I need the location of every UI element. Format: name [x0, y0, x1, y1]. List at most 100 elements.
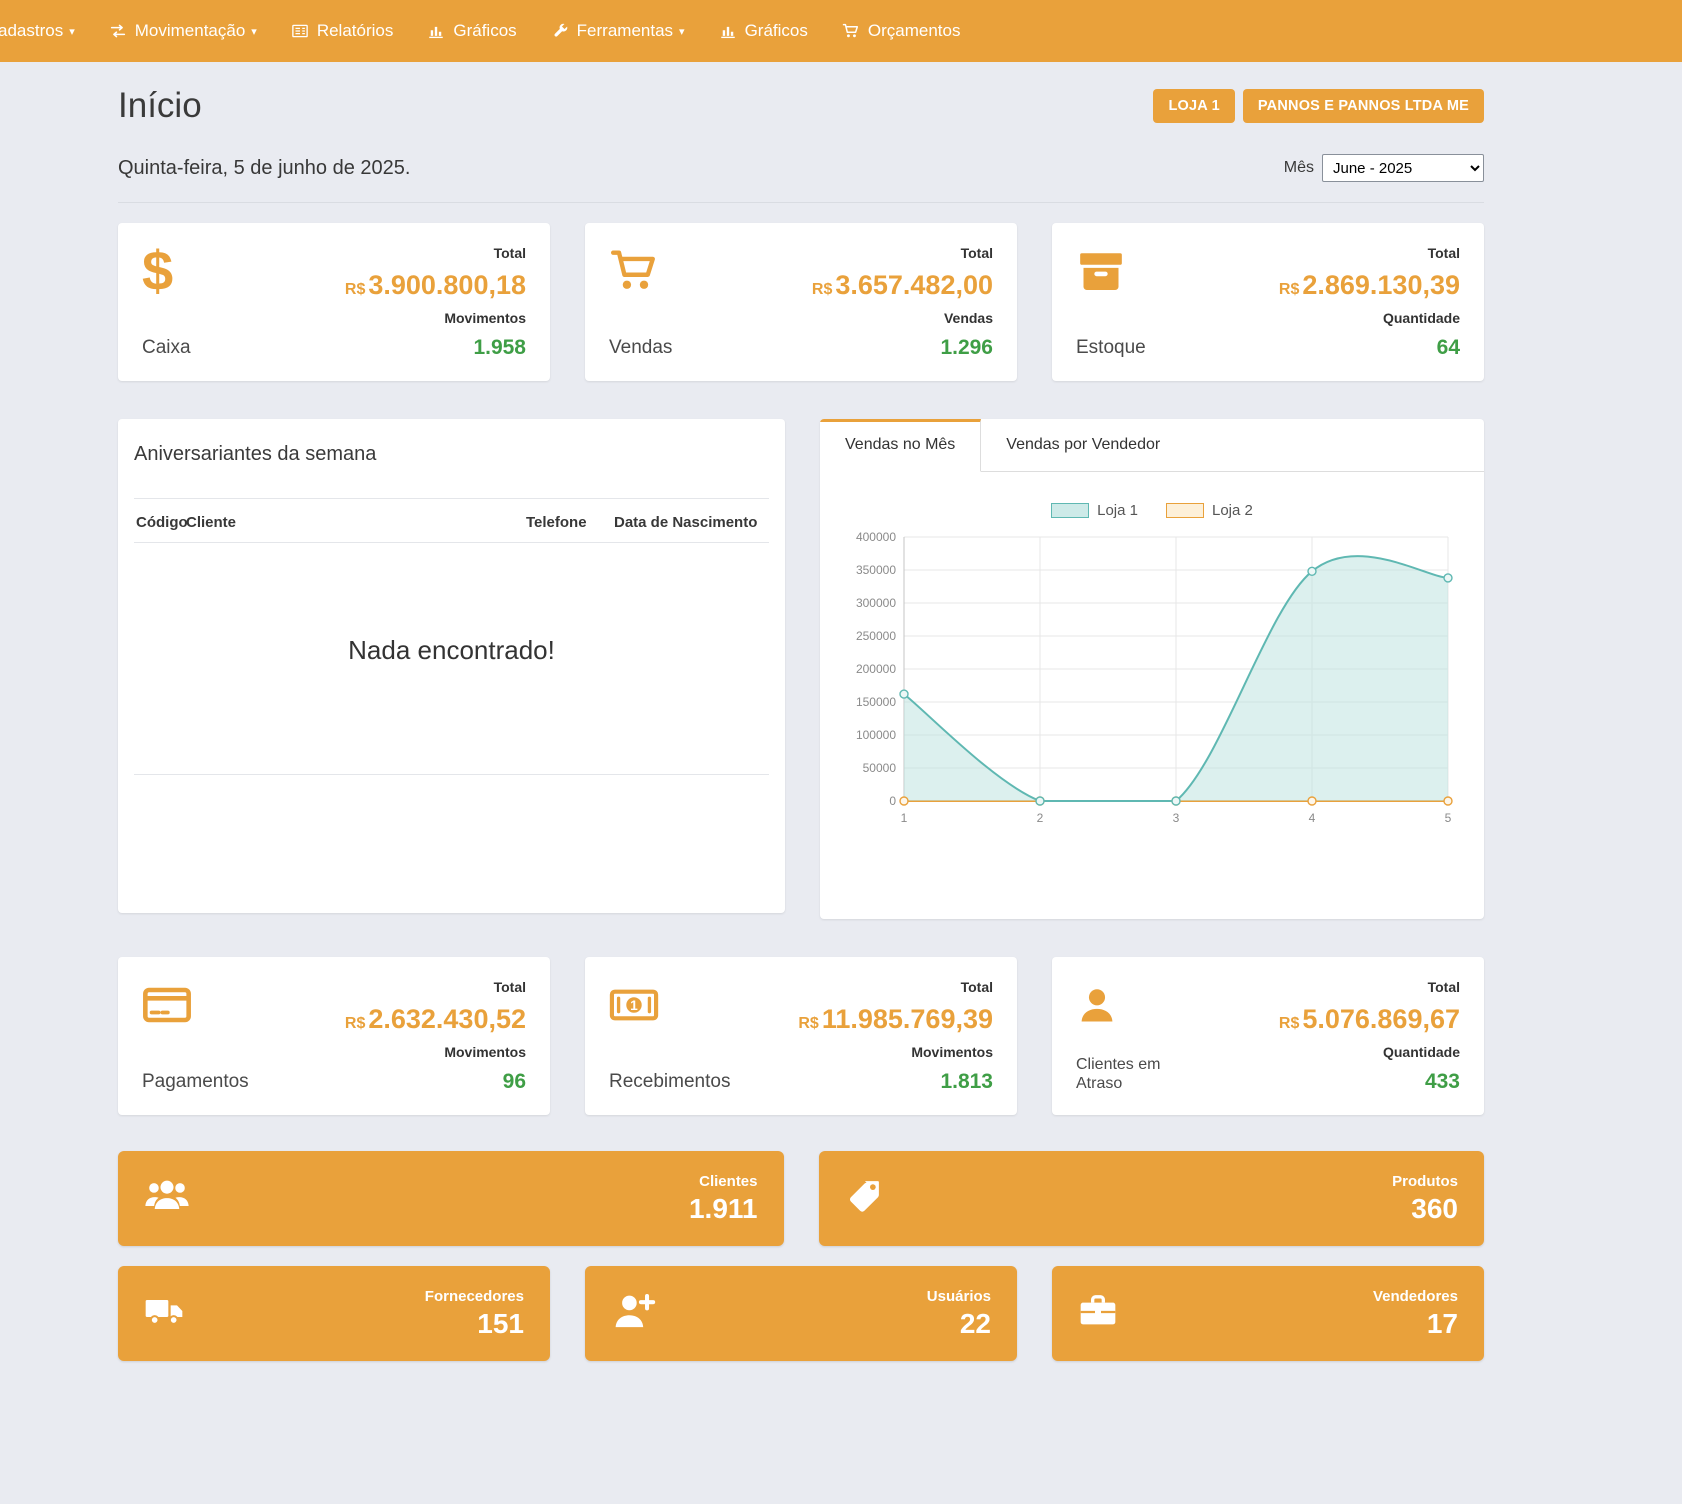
svg-text:100000: 100000	[856, 728, 896, 742]
month-label: Mês	[1284, 159, 1314, 177]
nav-item-graficos-2[interactable]: Gráficos	[702, 0, 825, 62]
tab-vendas-por-vendedor[interactable]: Vendas por Vendedor	[981, 419, 1185, 471]
total-label: Total	[345, 979, 526, 995]
tile-usuarios[interactable]: Usuários 22	[585, 1266, 1017, 1361]
nav-item-graficos-1[interactable]: Gráficos	[410, 0, 533, 62]
tile-label: Usuários	[927, 1288, 991, 1305]
svg-text:3: 3	[1173, 811, 1180, 825]
stat-card-label: Clientes em Atraso	[1076, 1056, 1206, 1093]
svg-text:300000: 300000	[856, 596, 896, 610]
total-value: R$5.076.869,67	[1279, 1005, 1460, 1035]
stat-card-estoque: Estoque Total R$2.869.130,39 Quantidade …	[1052, 223, 1484, 381]
tile-value: 151	[425, 1308, 524, 1340]
total-value: R$3.900.800,18	[345, 271, 526, 301]
stat-card-recebimentos: 1 Recebimentos Total R$11.985.769,39 Mov…	[585, 957, 1017, 1115]
tile-produtos[interactable]: Produtos 360	[819, 1151, 1485, 1246]
total-value: R$2.869.130,39	[1279, 271, 1460, 301]
metric-value: 433	[1279, 1070, 1460, 1093]
metric-label: Quantidade	[1279, 1044, 1460, 1060]
birthdays-title: Aniversariantes da semana	[134, 443, 769, 466]
tile-fornecedores[interactable]: Fornecedores 151	[118, 1266, 550, 1361]
stat-card-clientes-em-atraso: Clientes em Atraso Total R$5.076.869,67 …	[1052, 957, 1484, 1115]
svg-text:2: 2	[1037, 811, 1044, 825]
metric-value: 1.958	[345, 336, 526, 359]
tile-vendedores[interactable]: Vendedores 17	[1052, 1266, 1484, 1361]
users-icon	[144, 1173, 190, 1224]
nav-item-ferramentas[interactable]: Ferramentas ▾	[534, 0, 702, 62]
svg-text:5: 5	[1445, 811, 1452, 825]
tile-clientes[interactable]: Clientes 1.911	[118, 1151, 784, 1246]
money-bill-icon: 1	[609, 979, 730, 1031]
total-value: R$11.985.769,39	[798, 1005, 993, 1035]
metric-label: Movimentos	[798, 1044, 993, 1060]
tab-vendas-no-mes[interactable]: Vendas no Mês	[820, 419, 981, 472]
tile-value: 17	[1373, 1308, 1458, 1340]
svg-text:0: 0	[889, 794, 896, 808]
dollar-icon: $	[142, 246, 173, 296]
nav-item-orcamentos[interactable]: Orçamentos	[825, 0, 978, 62]
stat-card-vendas: Vendas Total R$3.657.482,00 Vendas 1.296	[585, 223, 1017, 381]
bar-chart-icon	[719, 22, 737, 40]
stat-card-caixa: $ Caixa Total R$3.900.800,18 Movimentos …	[118, 223, 550, 381]
swap-icon	[109, 22, 127, 40]
total-label: Total	[1279, 979, 1460, 995]
user-plus-icon	[611, 1288, 657, 1339]
page-title: Início	[118, 86, 202, 126]
wrench-icon	[551, 22, 569, 40]
tile-label: Clientes	[689, 1173, 758, 1190]
stat-card-label: Vendas	[609, 337, 672, 359]
svg-text:1: 1	[901, 811, 908, 825]
sales-panel: Vendas no Mês Vendas por Vendedor Loja 1…	[820, 419, 1484, 919]
tile-value: 22	[927, 1308, 991, 1340]
credit-card-icon	[142, 979, 249, 1031]
company-button[interactable]: PANNOS E PANNOS LTDA ME	[1243, 89, 1484, 123]
column-header-cliente: Cliente	[186, 514, 526, 531]
tile-label: Vendedores	[1373, 1288, 1458, 1305]
total-label: Total	[345, 245, 526, 261]
cart-icon	[609, 245, 672, 297]
sales-tab-bar: Vendas no Mês Vendas por Vendedor	[820, 419, 1484, 472]
store-button[interactable]: LOJA 1	[1153, 89, 1234, 123]
month-select[interactable]: June - 2025	[1322, 154, 1484, 182]
nav-item-label: Movimentação	[135, 21, 246, 41]
caret-down-icon: ▾	[251, 25, 257, 38]
metric-label: Movimentos	[345, 1044, 526, 1060]
legend-swatch-loja1	[1051, 503, 1089, 518]
truck-icon	[144, 1291, 184, 1336]
svg-text:50000: 50000	[863, 761, 897, 775]
birthdays-table-header: Código Cliente Telefone Data de Nascimen…	[134, 499, 769, 543]
nav-item-cadastros[interactable]: adastros ▾	[0, 0, 92, 62]
caret-down-icon: ▾	[69, 25, 75, 38]
box-icon	[1076, 245, 1146, 297]
total-value: R$3.657.482,00	[812, 271, 993, 301]
metric-value: 96	[345, 1070, 526, 1093]
svg-text:250000: 250000	[856, 629, 896, 643]
stat-card-label: Pagamentos	[142, 1071, 249, 1093]
stat-card-label: Estoque	[1076, 337, 1146, 359]
nav-item-label: Ferramentas	[577, 21, 673, 41]
legend-label: Loja 1	[1097, 502, 1138, 519]
stat-card-pagamentos: Pagamentos Total R$2.632.430,52 Moviment…	[118, 957, 550, 1115]
nav-item-movimentacao[interactable]: Movimentação ▾	[92, 0, 274, 62]
user-icon	[1076, 979, 1206, 1031]
metric-value: 64	[1279, 336, 1460, 359]
stat-card-label: Caixa	[142, 337, 191, 359]
tile-label: Produtos	[1392, 1173, 1458, 1190]
metric-value: 1.813	[798, 1070, 993, 1093]
nav-item-label: Relatórios	[317, 21, 394, 41]
svg-text:4: 4	[1309, 811, 1316, 825]
sales-chart-area: Loja 1 Loja 2 05000010000015000020000025…	[820, 472, 1484, 850]
svg-text:150000: 150000	[856, 695, 896, 709]
total-value: R$2.632.430,52	[345, 1005, 526, 1035]
sales-chart: 0500001000001500002000002500003000003500…	[838, 527, 1462, 829]
nav-item-relatorios[interactable]: Relatórios	[274, 0, 411, 62]
tag-icon	[845, 1177, 883, 1220]
total-label: Total	[1279, 245, 1460, 261]
legend-item-loja2: Loja 2	[1166, 502, 1253, 519]
tile-label: Fornecedores	[425, 1288, 524, 1305]
tile-value: 360	[1392, 1193, 1458, 1225]
birthdays-panel: Aniversariantes da semana Código Cliente…	[118, 419, 785, 913]
total-label: Total	[798, 979, 993, 995]
column-header-telefone: Telefone	[526, 514, 614, 531]
legend-label: Loja 2	[1212, 502, 1253, 519]
